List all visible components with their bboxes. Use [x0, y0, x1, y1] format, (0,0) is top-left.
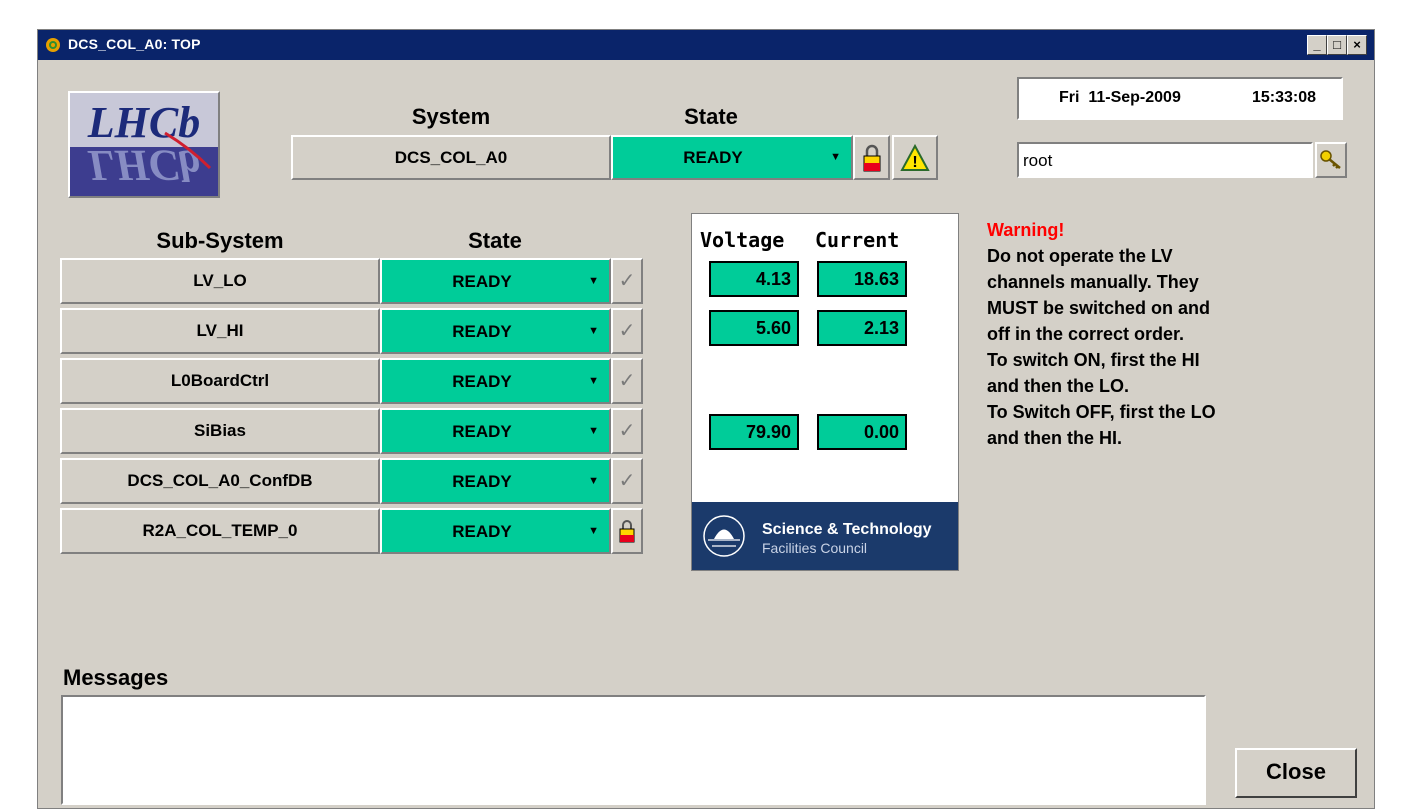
subsystem-state-dropdown[interactable]: READY ▼	[380, 358, 611, 404]
main-window: DCS_COL_A0: TOP _ □ × LHCb LHCb System S…	[37, 29, 1375, 809]
warning-line: and then the HI.	[987, 428, 1122, 448]
chevron-down-icon: ▼	[830, 151, 841, 163]
user-value: root	[1023, 151, 1053, 170]
subsystem-state-label: READY	[452, 372, 512, 391]
warning-line: off in the correct order.	[987, 324, 1185, 344]
subsystem-state-label: READY	[452, 272, 512, 291]
warning-icon: !	[900, 143, 930, 171]
subsystem-button[interactable]: SiBias	[60, 408, 380, 454]
current-value: 18.63	[817, 261, 907, 297]
warning-line: Do not operate the LV	[987, 246, 1173, 266]
subsystem-state-dropdown[interactable]: READY ▼	[380, 508, 611, 554]
subsystem-header: Sub-System	[156, 228, 284, 253]
subsystem-button[interactable]: LV_HI	[60, 308, 380, 354]
svg-text:!: !	[912, 154, 917, 171]
chevron-down-icon: ▼	[588, 375, 599, 387]
voltage-value: 79.90	[709, 414, 799, 450]
lhcb-logo: LHCb LHCb	[68, 91, 220, 198]
chevron-down-icon: ▼	[588, 425, 599, 437]
subsystem-state-header: State	[468, 228, 522, 253]
subsystem-state-label: READY	[452, 472, 512, 491]
chevron-down-icon: ▼	[588, 325, 599, 337]
acknowledge-button[interactable]: ✓	[611, 408, 643, 454]
subsystem-button[interactable]: LV_LO	[60, 258, 380, 304]
warning-title: Warning!	[987, 220, 1065, 240]
warning-line: To switch ON, first the HI	[987, 350, 1200, 370]
subsystem-state-label: READY	[452, 322, 512, 341]
chevron-down-icon: ▼	[588, 275, 599, 287]
lock-icon	[619, 520, 635, 543]
datetime-display: Fri 11-Sep-2009 15:33:08	[1017, 77, 1343, 120]
system-lock-button[interactable]	[853, 135, 890, 180]
voltage-value: 5.60	[709, 310, 799, 346]
check-icon: ✓	[618, 470, 636, 492]
check-icon: ✓	[618, 320, 636, 342]
acknowledge-button[interactable]: ✓	[611, 458, 643, 504]
stfc-logo: Science & Technology Facilities Council	[692, 502, 958, 570]
subsystem-state-dropdown[interactable]: READY ▼	[380, 308, 611, 354]
current-value: 2.13	[817, 310, 907, 346]
key-icon	[1320, 150, 1341, 169]
chevron-down-icon: ▼	[588, 475, 599, 487]
svg-text:LHCb: LHCb	[87, 98, 200, 147]
check-icon: ✓	[618, 270, 636, 292]
acknowledge-button[interactable]: ✓	[611, 258, 643, 304]
stfc-line1: Science & Technology	[762, 521, 932, 538]
current-header: Current	[815, 228, 900, 252]
svg-text:LHCb: LHCb	[87, 141, 200, 190]
system-state-header: State	[684, 104, 738, 129]
minimize-button[interactable]: _	[1307, 35, 1327, 55]
close-button[interactable]: Close	[1235, 748, 1357, 798]
current-value: 0.00	[817, 414, 907, 450]
voltage-header: Voltage	[700, 228, 785, 252]
warning-block: Warning! Do not operate the LV channels …	[987, 217, 1367, 451]
chevron-down-icon: ▼	[588, 525, 599, 537]
system-state-label: READY	[683, 148, 743, 167]
date-text: Fri 11-Sep-2009	[1059, 89, 1181, 106]
stfc-emblem-icon	[703, 515, 745, 557]
readings-panel: Voltage Current 4.13 18.63 5.60 2.13 79.…	[691, 213, 959, 571]
maximize-button[interactable]: □	[1327, 35, 1347, 55]
system-state-dropdown[interactable]: READY ▼	[611, 135, 853, 180]
time-text: 15:33:08	[1252, 89, 1317, 106]
app-gear-icon	[46, 38, 60, 52]
subsystem-button[interactable]: L0BoardCtrl	[60, 358, 380, 404]
warning-line: MUST be switched on and	[987, 298, 1211, 318]
subsystem-state-dropdown[interactable]: READY ▼	[380, 458, 611, 504]
check-icon: ✓	[618, 370, 636, 392]
lhcb-logo-graphic: LHCb LHCb	[70, 93, 218, 190]
subsystem-state-dropdown[interactable]: READY ▼	[380, 258, 611, 304]
lock-icon	[863, 144, 880, 172]
acknowledge-button[interactable]: ✓	[611, 308, 643, 354]
subsystem-state-label: READY	[452, 422, 512, 441]
warning-line: channels manually. They	[987, 272, 1199, 292]
login-button[interactable]	[1315, 142, 1347, 178]
user-field[interactable]: root	[1017, 142, 1313, 178]
subsystem-state-dropdown[interactable]: READY ▼	[380, 408, 611, 454]
title-bar[interactable]: DCS_COL_A0: TOP _ □ ×	[38, 30, 1374, 60]
system-header: System	[411, 104, 491, 129]
system-alert-button[interactable]: !	[892, 135, 938, 180]
messages-label: Messages	[63, 665, 169, 690]
stfc-line2: Facilities Council	[762, 540, 868, 556]
window-title: DCS_COL_A0: TOP	[68, 36, 201, 52]
acknowledge-button[interactable]: ✓	[611, 358, 643, 404]
warning-line: and then the LO.	[987, 376, 1129, 396]
close-window-button[interactable]: ×	[1347, 35, 1367, 55]
lock-button[interactable]	[611, 508, 643, 554]
subsystem-state-label: READY	[452, 522, 512, 541]
warning-line: To Switch OFF, first the LO	[987, 402, 1216, 422]
messages-area[interactable]	[61, 695, 1206, 805]
system-button[interactable]: DCS_COL_A0	[291, 135, 611, 180]
subsystem-button[interactable]: DCS_COL_A0_ConfDB	[60, 458, 380, 504]
subsystem-button[interactable]: R2A_COL_TEMP_0	[60, 508, 380, 554]
check-icon: ✓	[618, 420, 636, 442]
voltage-value: 4.13	[709, 261, 799, 297]
